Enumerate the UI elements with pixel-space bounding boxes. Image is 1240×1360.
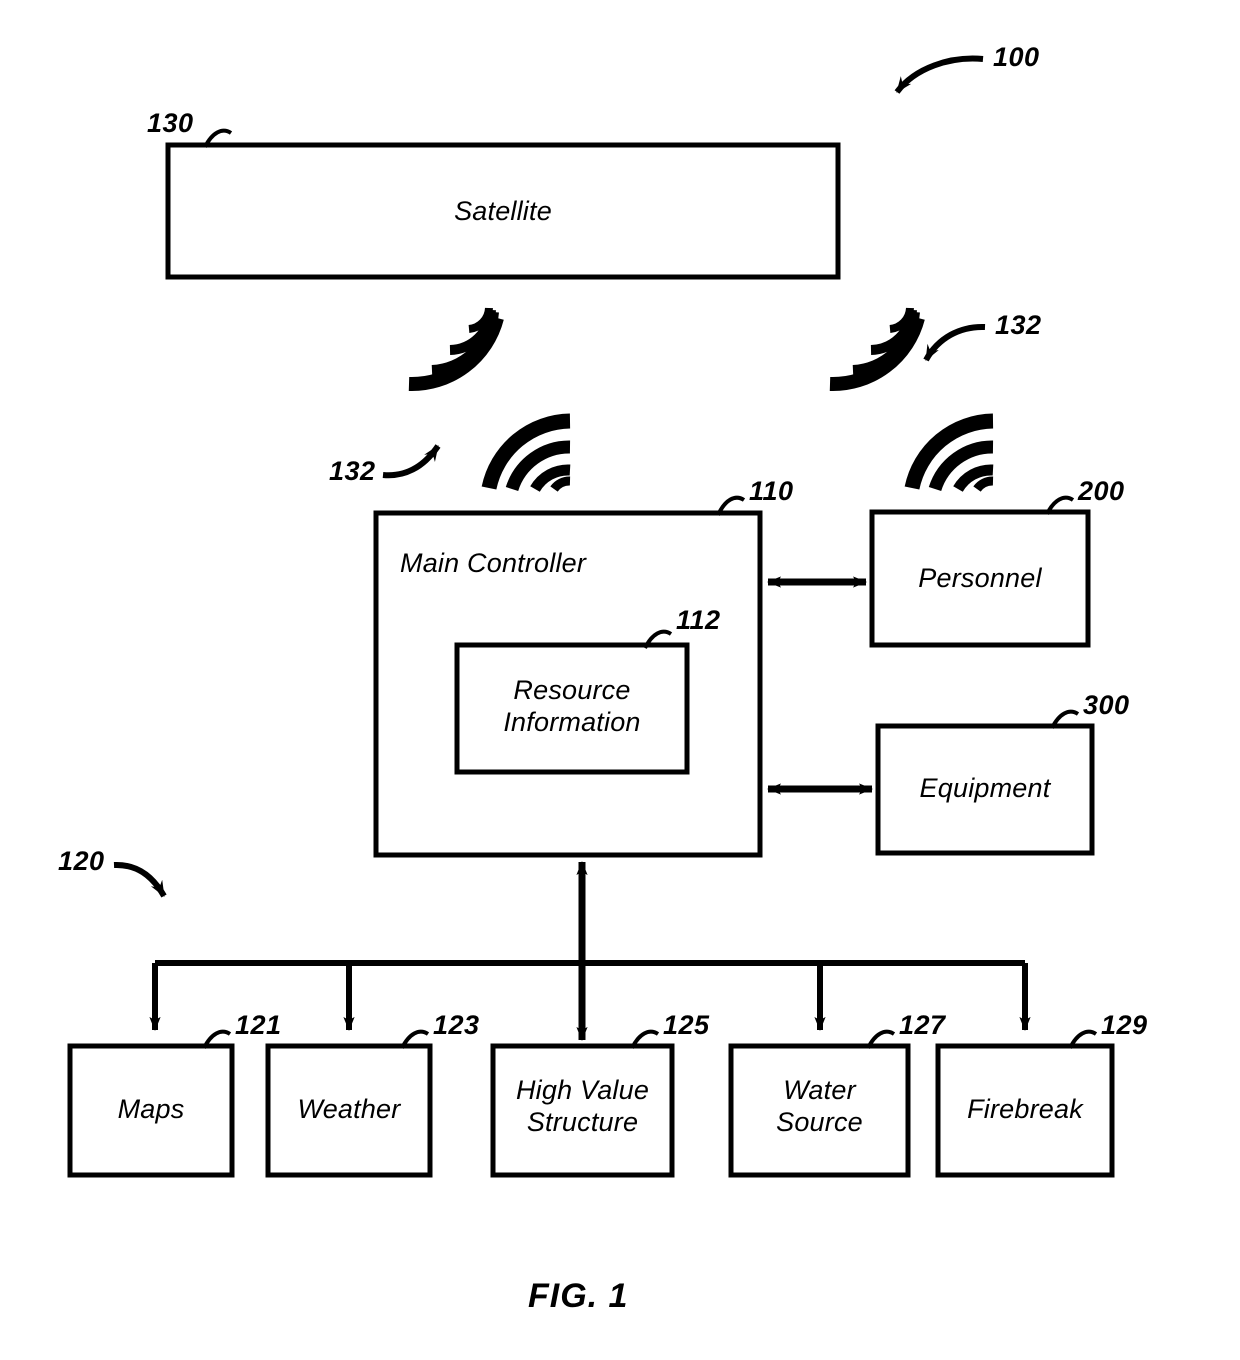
figure-caption: FIG. 1	[528, 1277, 629, 1315]
ref-num-129: 129	[1101, 1010, 1148, 1040]
node-label-water-source: Water Source	[776, 1075, 863, 1137]
ref-pointer-100	[894, 55, 984, 94]
ref-pointer-120	[113, 861, 167, 898]
ref-num-110: 110	[749, 476, 794, 506]
ref-num-100: 100	[993, 42, 1040, 72]
ref-pointer-132-left	[382, 444, 441, 479]
ref-num-120: 120	[58, 846, 105, 876]
wireless-signal-icon-upper-right	[829, 307, 925, 392]
ref-num-123: 123	[433, 1010, 480, 1040]
ref-num-132-right: 132	[995, 310, 1042, 340]
node-label-equipment: Equipment	[919, 773, 1051, 803]
node-label-satellite: Satellite	[454, 196, 552, 226]
node-label-resource-information: Resource Information	[503, 675, 641, 737]
ref-num-112: 112	[676, 605, 721, 635]
ref-num-121: 121	[235, 1010, 282, 1040]
ref-num-300: 300	[1083, 690, 1130, 720]
node-label-weather: Weather	[297, 1094, 401, 1124]
wireless-signal-icon-lower-left	[481, 413, 571, 492]
ref-num-132-left: 132	[329, 456, 376, 486]
ref-num-127: 127	[899, 1010, 946, 1040]
wireless-signal-icon-lower-right	[904, 413, 994, 492]
node-label-main-controller: Main Controller	[400, 548, 587, 578]
node-label-personnel: Personnel	[918, 563, 1042, 593]
node-label-maps: Maps	[117, 1094, 185, 1124]
node-label-firebreak: Firebreak	[967, 1094, 1083, 1124]
ref-num-130: 130	[147, 108, 194, 138]
wireless-signal-icon-upper-left	[408, 307, 504, 392]
ref-num-200: 200	[1078, 476, 1125, 506]
ref-num-125: 125	[663, 1010, 710, 1040]
resource-bus-line	[149, 960, 1031, 1031]
ref-pointer-132-right	[923, 323, 986, 362]
node-label-high-value-structure: High Value Structure	[515, 1075, 650, 1137]
